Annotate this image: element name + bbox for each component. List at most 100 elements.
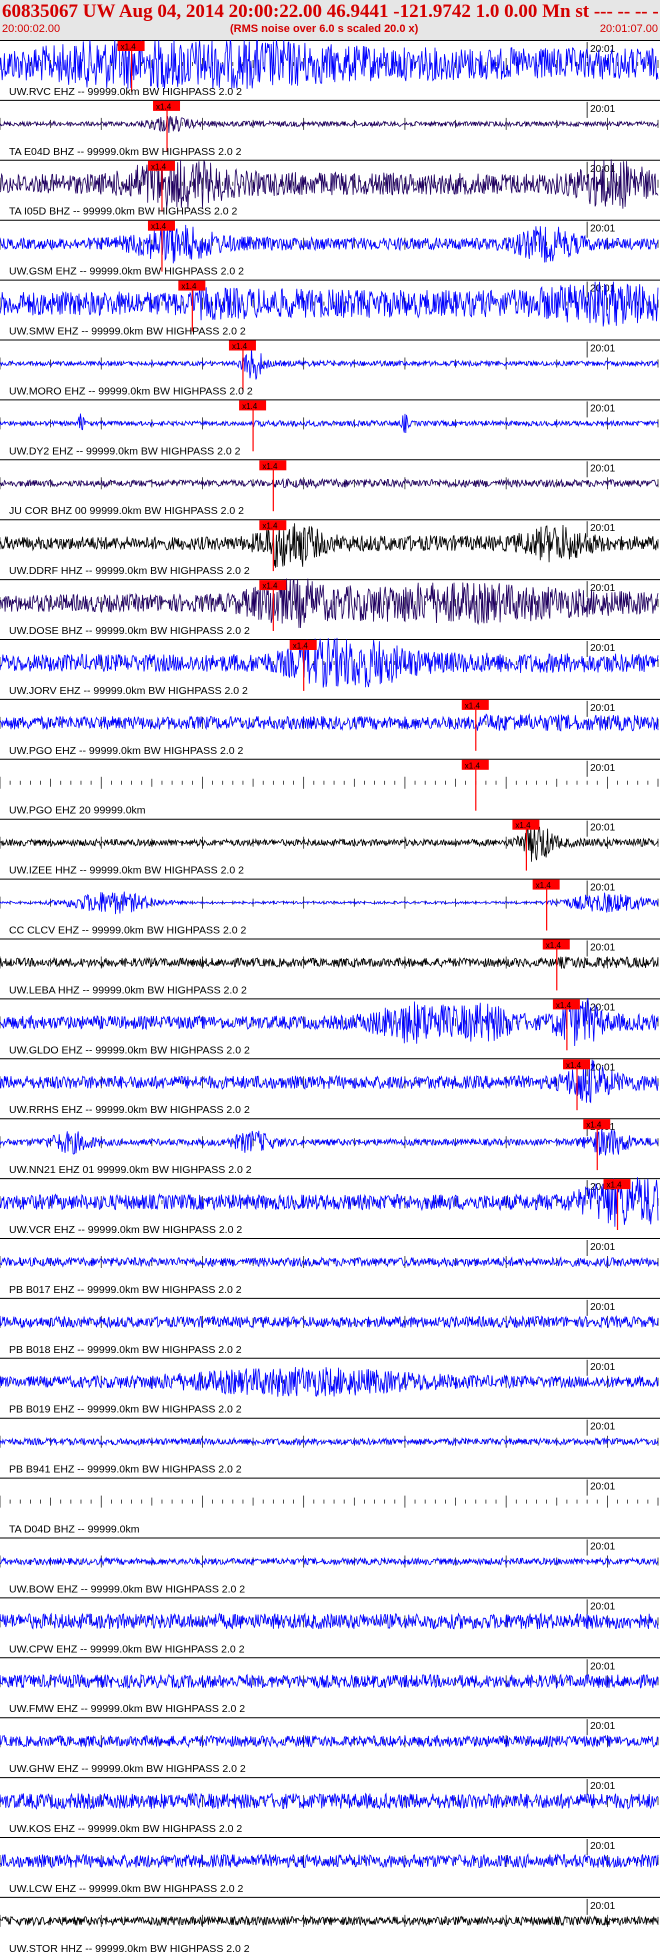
trace-panel: 20:01 PB B017 EHZ -- 99999.0km BW HIGHPAS… [0, 1238, 660, 1296]
waveform [0, 956, 659, 969]
minute-tick-label: 20:01 [590, 1901, 615, 1912]
waveform [0, 40, 659, 89]
trace-panel: 20:01 UW.CPW EHZ -- 99999.0km BW HIGHPASS… [0, 1597, 660, 1655]
station-label: UW.PGO EHZ -- 99999.0km BW HIGHPASS 2.0 … [9, 745, 244, 757]
waveform [0, 281, 659, 327]
station-label: UW.MORO EHZ -- 99999.0km BW HIGHPASS 2.0… [9, 385, 253, 397]
pick-label: x1.4 [293, 642, 309, 651]
trace-panel: 20:01 UW.STOR HHZ -- 99999.0km BW HIGHPAS… [0, 1896, 660, 1955]
waveform [0, 824, 659, 862]
trace-panel: 20:01 x1.4 JU COR BHZ 00 99999.0km BW HIGH… [0, 459, 660, 517]
minute-tick-label: 20:01 [590, 943, 615, 954]
trace-panel: 20:01 PB B018 EHZ -- 99999.0km BW HIGHPAS… [0, 1297, 660, 1356]
pick-label: x1.4 [465, 761, 481, 770]
event-title: 60835067 UW Aug 04, 2014 20:00:22.00 46.… [2, 1, 660, 22]
pick-label: x1.4 [262, 582, 278, 591]
waveform [0, 1915, 659, 1927]
station-label: UW.DY2 EHZ -- 99999.0km BW HIGHPASS 2.0 … [9, 445, 241, 457]
station-label: UW.FMW EHZ -- 99999.0km BW HIGHPASS 2.0 … [9, 1703, 245, 1715]
minute-tick-label: 20:01 [590, 1841, 615, 1852]
trace-panel: 20:01 x1.4 CC CLCV EHZ -- 99999.0km BW HIG… [0, 878, 660, 937]
station-label: UW.KOS EHZ -- 99999.0km BW HIGHPASS 2.0 … [9, 1823, 242, 1835]
waveform [0, 1792, 659, 1810]
pick-label: x1.4 [586, 1121, 602, 1130]
minute-tick-label: 20:01 [590, 763, 615, 774]
station-label: PB B019 EHZ -- 99999.0km BW HIGHPASS 2.0… [9, 1404, 242, 1416]
minute-tick-label: 20:01 [590, 1601, 615, 1612]
minute-tick-label: 20:01 [590, 1242, 615, 1253]
station-label: UW.GHW EHZ -- 99999.0km BW HIGHPASS 2.0 … [9, 1763, 246, 1775]
waveform [0, 224, 659, 264]
waveform [0, 1177, 659, 1227]
station-label: UW.STOR HHZ -- 99999.0km BW HIGHPASS 2.0… [9, 1943, 250, 1955]
pick-label: x1.4 [242, 402, 258, 411]
minute-tick-label: 20:01 [590, 823, 615, 834]
waveform [0, 347, 659, 380]
rms-noise-note: (RMS noise over 6.0 s scaled 20.0 x) [230, 23, 419, 35]
waveform [0, 115, 659, 133]
trace-panel: 20:01 UW.LCW EHZ -- 99999.0km BW HIGHPASS… [0, 1837, 660, 1895]
minute-tick-label: 20:01 [590, 1482, 615, 1493]
trace-panel: 20:01x1.4UW.DOSE BHZ -- 99999.0km BW HIG… [0, 578, 660, 637]
station-label: PB B017 EHZ -- 99999.0km BW HIGHPASS 2.0… [9, 1284, 242, 1296]
waveform [0, 1315, 659, 1329]
station-label: UW.RVC EHZ -- 99999.0km BW HIGHPASS 2.0 … [9, 86, 242, 98]
station-label: UW.GLDO EHZ -- 99999.0km BW HIGHPASS 2.0… [9, 1044, 250, 1056]
pick-label: x1.4 [262, 462, 278, 471]
station-label: TA I05D BHZ -- 99999.0km BW HIGHPASS 2.0… [9, 206, 238, 218]
waveform [0, 159, 659, 209]
station-label: UW.JORV EHZ -- 99999.0km BW HIGHPASS 2.0… [9, 685, 248, 697]
minute-tick-label: 20:01 [590, 1362, 615, 1373]
trace-panel: 20:01 x1.4 UW.GSM EHZ -- 99999.0km BW HIGH… [0, 219, 660, 278]
seismogram-plot: 20:01 x1.4 UW.RVC EHZ -- 99999.0km BW HIGH… [0, 40, 660, 1955]
minute-tick-label: 20:01 [590, 1302, 615, 1313]
trace-panel: 20:01 x1.4 TA E04D BHZ -- 99999.0km BW HIG… [0, 99, 660, 158]
waveform [0, 891, 659, 915]
minute-tick-label: 20:01 [590, 1721, 615, 1732]
minute-tick-label: 20:01 [590, 523, 615, 534]
station-label: UW.NN21 EHZ 01 99999.0km BW HIGHPASS 2.0… [9, 1164, 252, 1176]
trace-panel: 20:01 PB B019 EHZ -- 99999.0km BW HIGHPAS… [0, 1357, 660, 1416]
header-bar: 60835067 UW Aug 04, 2014 20:00:22.00 46.… [0, 0, 660, 40]
pick-label: x1.4 [151, 222, 167, 231]
trace-panel: 20:01 x1.4 UW.PGO EHZ 20 99999.0km [0, 758, 660, 817]
pick-label: x1.4 [536, 881, 552, 890]
pick-label: x1.4 [556, 1001, 572, 1010]
pick-label: x1.4 [232, 342, 248, 351]
station-label: UW.RRHS EHZ -- 99999.0km BW HIGHPASS 2.0… [9, 1104, 250, 1116]
pick-label: x1.4 [156, 102, 172, 111]
station-label: UW.LEBA HHZ -- 99999.0km BW HIGHPASS 2.0… [9, 984, 247, 996]
waveform [0, 1852, 659, 1869]
waveform [0, 713, 659, 732]
minute-tick-label: 20:01 [590, 883, 615, 894]
station-label: TA E04D BHZ -- 99999.0km BW HIGHPASS 2.0… [9, 146, 242, 158]
station-label: UW.IZEE HHZ -- 99999.0km BW HIGHPASS 2.0… [9, 865, 244, 877]
trace-panel: 20:01 x1.4 UW.IZEE HHZ -- 99999.0km BW HIG… [0, 818, 660, 877]
minute-tick-label: 20:01 [590, 1781, 615, 1792]
waveform [0, 1366, 659, 1397]
pick-label: x1.4 [151, 162, 167, 171]
minute-tick-label: 20:01 [590, 104, 615, 115]
minute-tick-label: 20:01 [590, 344, 615, 355]
minute-tick-label: 20:01 [590, 403, 615, 414]
waveform [0, 1436, 659, 1447]
station-label: UW.CPW EHZ -- 99999.0km BW HIGHPASS 2.0 … [9, 1643, 245, 1655]
trace-panel: 20:01 x1.4 UW.DY2 EHZ -- 99999.0km BW HIGH… [0, 399, 660, 457]
trace-panel: 20:01 UW.FMW EHZ -- 99999.0km BW HIGHPASS… [0, 1657, 660, 1715]
waveform [0, 1612, 659, 1630]
trace-panel: 20:01 UW.KOS EHZ -- 99999.0km BW HIGHPASS… [0, 1777, 660, 1835]
trace-panel: 20:01x1.4UW.RRHS EHZ -- 99999.0km BW HIG… [0, 1058, 660, 1116]
waveform [0, 1256, 659, 1268]
trace-panel: 20:01x1.4UW.VCR EHZ -- 99999.0km BW HIGH… [0, 1177, 660, 1236]
station-label: CC CLCV EHZ -- 99999.0km BW HIGHPASS 2.0… [9, 925, 246, 937]
station-label: UW.SMW EHZ -- 99999.0km BW HIGHPASS 2.0 … [9, 326, 246, 338]
pick-label: x1.4 [121, 43, 137, 52]
waveform [0, 637, 659, 688]
minute-tick-label: 20:01 [590, 703, 615, 714]
pick-label: x1.4 [566, 1061, 582, 1070]
trace-panel: 20:01x1.4UW.RVC EHZ -- 99999.0km BW HIGH… [0, 40, 660, 98]
trace-panel: 20:01 PB B941 EHZ -- 99999.0km BW HIGHPAS… [0, 1417, 660, 1476]
trace-panel: 20:01 x1.4 UW.PGO EHZ -- 99999.0km BW HIGH… [0, 698, 660, 757]
station-label: JU COR BHZ 00 99999.0km BW HIGHPASS 2.0 … [9, 505, 244, 517]
station-label: UW.PGO EHZ 20 99999.0km [9, 805, 146, 817]
